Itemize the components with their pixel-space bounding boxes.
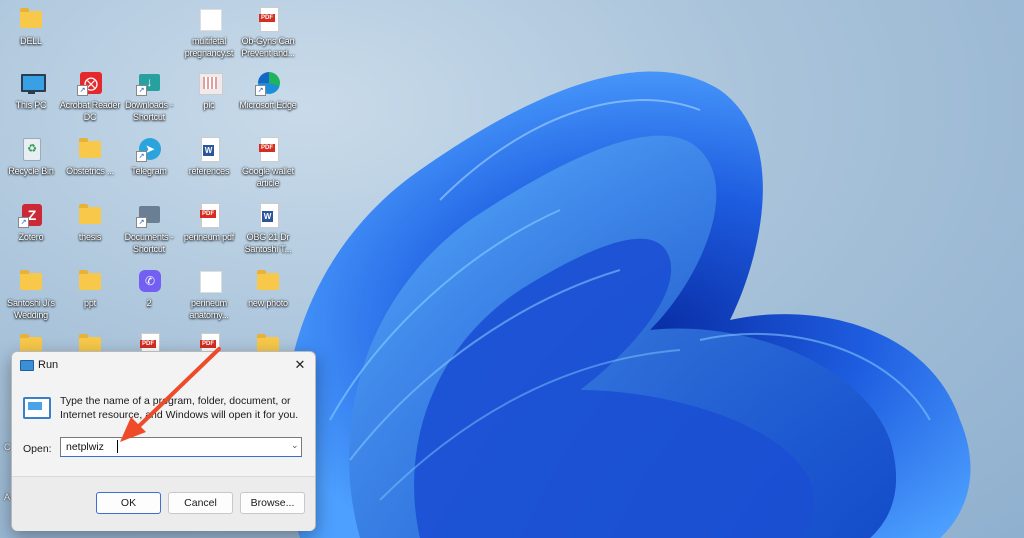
pdf-icon: PDF [259, 7, 279, 32]
desktop-icon-microsoft-edge[interactable]: ↗ Microsoft Edge [237, 70, 299, 111]
folder-icon [79, 270, 101, 290]
viber-icon: ✆ [139, 270, 161, 292]
desktop-icon-new-photo[interactable]: new photo [237, 268, 299, 309]
desktop-icon-this-pc[interactable]: This PC [0, 70, 62, 111]
monitor-icon [21, 74, 46, 92]
folder-icon [20, 8, 42, 28]
browse-button[interactable]: Browse... [240, 492, 305, 514]
ok-button[interactable]: OK [96, 492, 161, 514]
desktop-icon-recycle-bin[interactable]: ♻ Recycle Bin [0, 136, 62, 177]
folder-icon [20, 270, 42, 290]
chevron-down-icon[interactable]: ⌄ [291, 440, 299, 451]
pdf-icon: PDF [200, 203, 220, 228]
cancel-button[interactable]: Cancel [168, 492, 233, 514]
desktop-icon-pic[interactable]: pic [178, 70, 240, 111]
desktop-icon-multifetal-pregnancy[interactable]: multifetal pregnancy.st [178, 6, 240, 59]
desktop-icon-documents-shortcut[interactable]: ↗ Documents - Shortcut [118, 202, 180, 255]
word-document-icon: W [260, 203, 279, 228]
desktop-icon-perineum-anatomy[interactable]: perineum anatomy... [178, 268, 240, 321]
file-icon [200, 271, 222, 293]
desktop-icon-zotero[interactable]: Z ↗ Zotero [0, 202, 62, 243]
word-document-icon: W [201, 137, 220, 162]
desktop-icon-acrobat-reader[interactable]: ⨂ ↗ Acrobat Reader DC [59, 70, 121, 123]
partial-icon-label: C [4, 442, 11, 452]
desktop-icon-thesis[interactable]: thesis [59, 202, 121, 243]
desktop-icon-santoshi-wedding[interactable]: Santoshi Ji's Wedding [0, 268, 62, 321]
open-label: Open: [23, 443, 52, 455]
desktop-icon-ppt[interactable]: ppt [59, 268, 121, 309]
text-caret [117, 440, 118, 453]
folder-icon [257, 270, 279, 290]
run-dialog: Run ✕ Type the name of a program, folder… [11, 351, 316, 531]
desktop-icon-references[interactable]: W references [178, 136, 240, 177]
file-icon [200, 9, 222, 31]
recycle-bin-icon: ♻ [23, 138, 41, 161]
image-file-icon [199, 73, 223, 95]
desktop-icon-ob-gyns-article[interactable]: PDF Ob-Gyns Can Prevent and... [237, 6, 299, 59]
run-icon [23, 397, 51, 419]
desktop-icon-dell[interactable]: DELL [0, 6, 62, 47]
folder-icon [79, 138, 101, 158]
desktop-icon-obg-21[interactable]: W OBG 21 Dr Santoshi T... [237, 202, 299, 255]
desktop-icon-obstetrics[interactable]: Obstetrics ... [59, 136, 121, 177]
desktop-icon-telegram[interactable]: ➤ ↗ Telegram [118, 136, 180, 177]
partial-icon-label: A [4, 492, 11, 502]
run-title: Run [38, 359, 59, 371]
desktop-icon-google-wallet-article[interactable]: PDF Google wallet article [237, 136, 299, 189]
desktop-icon-viber-2[interactable]: ✆ 2 [118, 268, 180, 309]
close-icon[interactable]: ✕ [291, 356, 309, 374]
pdf-icon: PDF [259, 137, 279, 162]
folder-icon [79, 204, 101, 224]
open-input[interactable]: netplwiz [60, 437, 302, 457]
run-app-icon [20, 360, 34, 371]
run-description: Type the name of a program, folder, docu… [60, 395, 299, 421]
run-title-bar[interactable]: Run ✕ [12, 352, 315, 378]
desktop-icon-downloads-shortcut[interactable]: ↓ ↗ Downloads - Shortcut [118, 70, 180, 123]
desktop-icon-perineum-pdf[interactable]: PDF perineum pdf [178, 202, 240, 243]
